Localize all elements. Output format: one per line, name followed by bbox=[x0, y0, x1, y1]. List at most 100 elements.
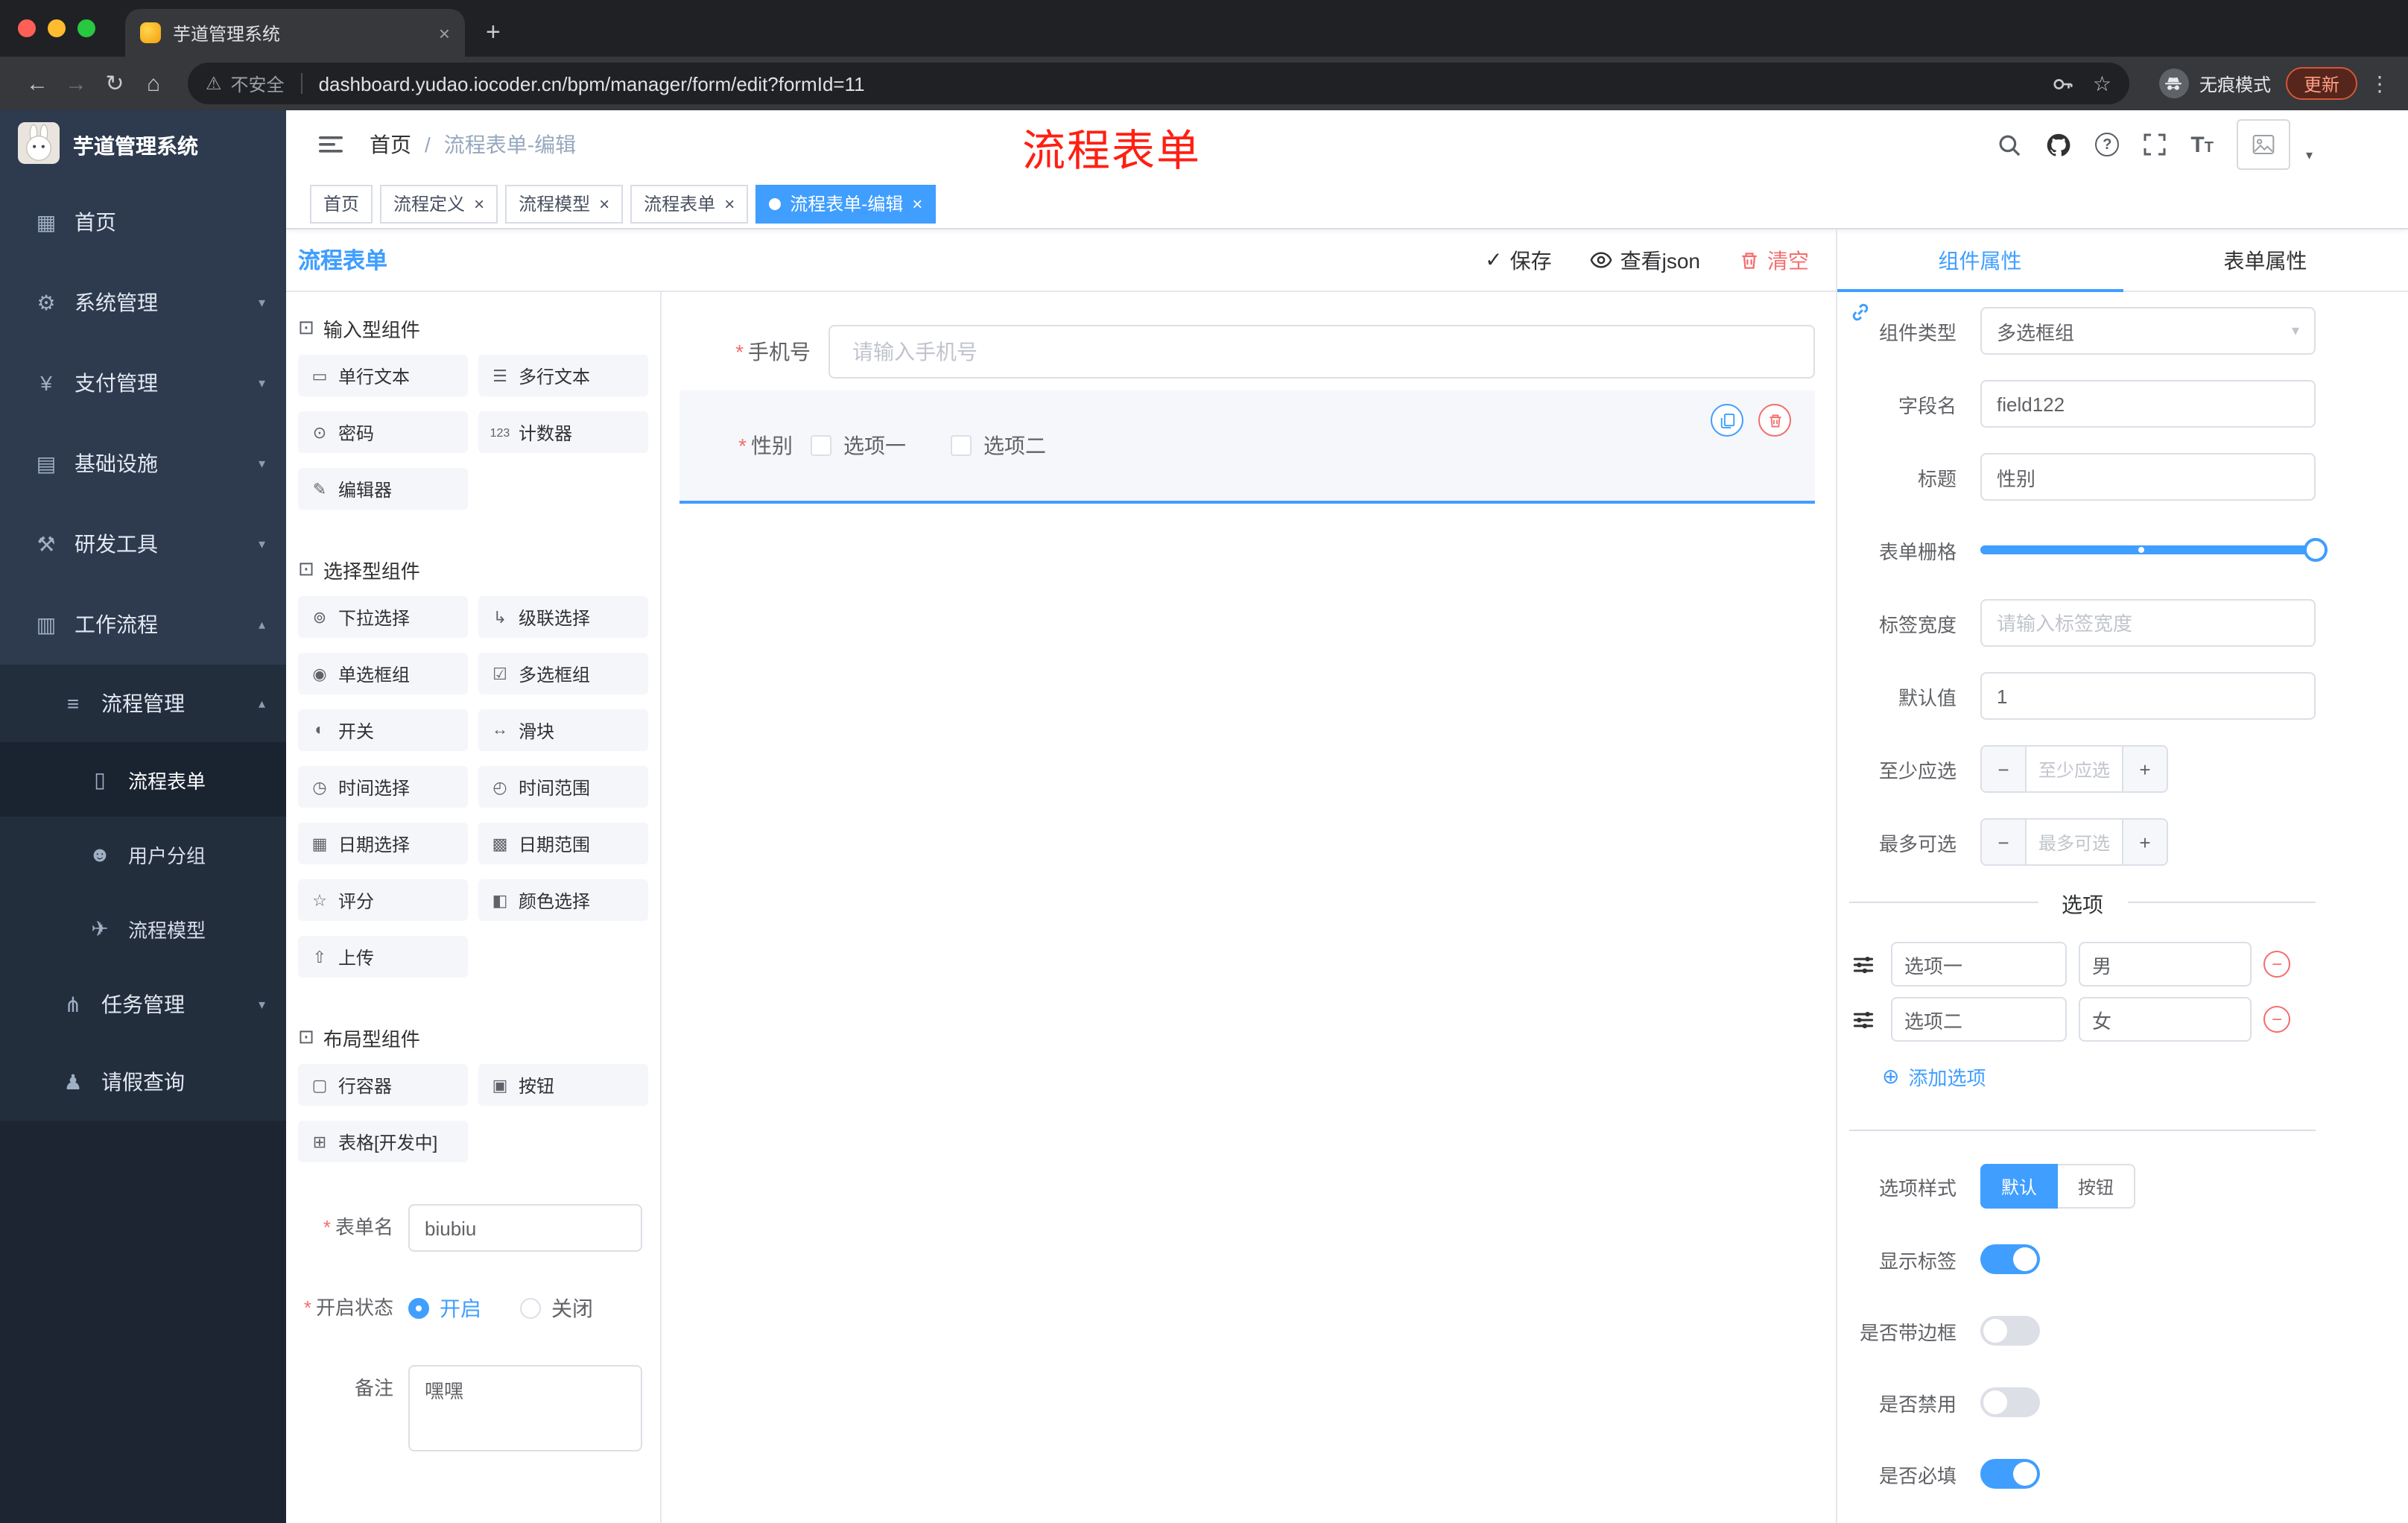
github-icon[interactable] bbox=[2046, 132, 2071, 157]
view-json-button[interactable]: 查看json bbox=[1591, 245, 1700, 275]
zoom-window-button[interactable] bbox=[77, 19, 95, 37]
close-icon[interactable]: × bbox=[599, 193, 609, 214]
bookmark-star-icon[interactable]: ☆ bbox=[2093, 71, 2111, 96]
close-icon[interactable]: × bbox=[912, 193, 922, 214]
tab-form-props[interactable]: 表单属性 bbox=[2123, 229, 2408, 291]
status-off-radio[interactable]: 关闭 bbox=[520, 1294, 593, 1323]
chip-time-picker[interactable]: ◷ 时间选择 bbox=[298, 766, 468, 808]
copy-component-button[interactable] bbox=[1711, 404, 1743, 437]
chip-color-picker[interactable]: ◧ 颜色选择 bbox=[478, 879, 648, 921]
decrease-button[interactable]: − bbox=[1982, 747, 2027, 791]
selected-component-gender[interactable]: 性别 选项一 选项二 bbox=[679, 390, 1815, 504]
remark-textarea[interactable]: 嘿嘿 bbox=[408, 1365, 642, 1451]
sidebar-item-infra[interactable]: ▤ 基础设施 ▾ bbox=[0, 423, 286, 504]
chip-date-range[interactable]: ▩ 日期范围 bbox=[478, 823, 648, 864]
phone-input[interactable] bbox=[828, 325, 1815, 379]
option-value-input[interactable] bbox=[2079, 997, 2252, 1042]
chip-radio-group[interactable]: ◉ 单选框组 bbox=[298, 653, 468, 694]
help-icon[interactable]: ? bbox=[2095, 133, 2120, 156]
clear-button[interactable]: 清空 bbox=[1739, 245, 1809, 275]
sidebar-item-process-model[interactable]: ✈ 流程模型 bbox=[0, 891, 286, 966]
required-switch[interactable] bbox=[1980, 1459, 2040, 1489]
minimize-window-button[interactable] bbox=[48, 19, 66, 37]
border-switch[interactable] bbox=[1980, 1316, 2040, 1346]
gender-option-1-checkbox[interactable]: 选项一 bbox=[811, 431, 906, 460]
sidebar-item-process-form[interactable]: ▯ 流程表单 bbox=[0, 742, 286, 817]
sidebar-item-process-mgmt[interactable]: ≡ 流程管理 ▴ bbox=[0, 665, 286, 742]
style-button-button[interactable]: 按钮 bbox=[2058, 1164, 2135, 1209]
chip-date-picker[interactable]: ▦ 日期选择 bbox=[298, 823, 468, 864]
component-type-select[interactable]: 多选框组 ▾ bbox=[1980, 307, 2316, 355]
show-label-switch[interactable] bbox=[1980, 1244, 2040, 1274]
status-on-radio[interactable]: 开启 bbox=[408, 1294, 481, 1323]
chip-slider[interactable]: ↔ 滑块 bbox=[478, 709, 648, 751]
chip-password[interactable]: ⊙ 密码 bbox=[298, 411, 468, 453]
avatar-caret-icon[interactable]: ▾ bbox=[2306, 147, 2313, 163]
sidebar-item-home[interactable]: ▦ 首页 bbox=[0, 182, 286, 262]
tag-process-form[interactable]: 流程表单 × bbox=[630, 184, 749, 223]
chip-time-range[interactable]: ◴ 时间范围 bbox=[478, 766, 648, 808]
form-name-input[interactable] bbox=[408, 1204, 642, 1252]
option-label-input[interactable] bbox=[1891, 997, 2067, 1042]
chip-button[interactable]: ▣ 按钮 bbox=[478, 1064, 648, 1106]
security-label[interactable]: 不安全 bbox=[231, 71, 285, 96]
tag-process-form-edit[interactable]: 流程表单-编辑 × bbox=[755, 184, 937, 223]
close-icon[interactable]: × bbox=[724, 193, 735, 214]
form-grid-slider[interactable] bbox=[1980, 526, 2328, 574]
drag-handle-icon[interactable] bbox=[1852, 1008, 1879, 1030]
chip-counter[interactable]: 123 计数器 bbox=[478, 411, 648, 453]
default-value-input[interactable] bbox=[1980, 672, 2316, 720]
font-size-icon[interactable]: ✓TT bbox=[2190, 133, 2214, 156]
add-option-button[interactable]: ⊕ 添加选项 bbox=[1882, 1063, 2316, 1091]
home-icon[interactable]: ⌂ bbox=[134, 71, 173, 96]
close-icon[interactable]: × bbox=[474, 193, 484, 214]
tag-process-model[interactable]: 流程模型 × bbox=[505, 184, 624, 223]
link-icon[interactable] bbox=[1849, 301, 1872, 331]
remove-option-button[interactable]: − bbox=[2263, 1006, 2290, 1033]
browser-tab[interactable]: 芋道管理系统 × bbox=[125, 9, 465, 57]
back-icon[interactable]: ← bbox=[18, 71, 57, 96]
fullscreen-icon[interactable] bbox=[2143, 133, 2167, 156]
remove-option-button[interactable]: − bbox=[2263, 951, 2290, 978]
drag-handle-icon[interactable] bbox=[1852, 953, 1879, 975]
increase-button[interactable]: + bbox=[2122, 747, 2167, 791]
style-default-button[interactable]: 默认 bbox=[1980, 1164, 2058, 1209]
chip-table[interactable]: ⊞ 表格[开发中] bbox=[298, 1121, 468, 1162]
sidebar-item-leave-query[interactable]: ♟ 请假查询 bbox=[0, 1043, 286, 1121]
sidebar-item-workflow[interactable]: ▥ 工作流程 ▴ bbox=[0, 584, 286, 665]
tag-process-definition[interactable]: 流程定义 × bbox=[380, 184, 498, 223]
chip-row-container[interactable]: ▢ 行容器 bbox=[298, 1064, 468, 1106]
forward-icon[interactable]: → bbox=[57, 71, 95, 96]
title-input[interactable] bbox=[1980, 453, 2316, 501]
chip-select[interactable]: ⊚ 下拉选择 bbox=[298, 596, 468, 638]
browser-update-button[interactable]: 更新 bbox=[2285, 67, 2357, 100]
sidebar-item-task-mgmt[interactable]: ⋔ 任务管理 ▾ bbox=[0, 966, 286, 1043]
gender-option-2-checkbox[interactable]: 选项二 bbox=[951, 431, 1046, 460]
sidebar-item-devtools[interactable]: ⚒ 研发工具 ▾ bbox=[0, 504, 286, 584]
address-bar[interactable]: ⚠ 不安全 dashboard.yudao.iocoder.cn/bpm/man… bbox=[188, 63, 2129, 104]
browser-menu-icon[interactable]: ⋮ bbox=[2369, 71, 2390, 96]
chip-cascader[interactable]: ↳ 级联选择 bbox=[478, 596, 648, 638]
reload-icon[interactable]: ↻ bbox=[95, 70, 134, 97]
chip-editor[interactable]: ✎ 编辑器 bbox=[298, 468, 468, 510]
url-text[interactable]: dashboard.yudao.iocoder.cn/bpm/manager/f… bbox=[319, 72, 2044, 95]
tag-home[interactable]: 首页 bbox=[310, 184, 373, 223]
slider-handle[interactable] bbox=[2304, 538, 2328, 562]
increase-button[interactable]: + bbox=[2122, 820, 2167, 864]
chip-switch[interactable]: ◐ 开关 bbox=[298, 709, 468, 751]
sidebar-item-system[interactable]: ⚙ 系统管理 ▾ bbox=[0, 262, 286, 343]
breadcrumb-home[interactable]: 首页 bbox=[370, 130, 411, 159]
key-icon[interactable] bbox=[2053, 72, 2075, 95]
tab-close-icon[interactable]: × bbox=[439, 22, 450, 44]
chip-rate[interactable]: ☆ 评分 bbox=[298, 879, 468, 921]
field-name-input[interactable] bbox=[1980, 380, 2316, 428]
option-value-input[interactable] bbox=[2079, 942, 2252, 987]
close-window-button[interactable] bbox=[18, 19, 36, 37]
min-select-value[interactable]: 至少应选 bbox=[2027, 747, 2122, 791]
disabled-switch[interactable] bbox=[1980, 1387, 2040, 1417]
sidebar-item-payment[interactable]: ¥ 支付管理 ▾ bbox=[0, 343, 286, 423]
chip-multi-line-text[interactable]: ☰ 多行文本 bbox=[478, 355, 648, 396]
slider-track[interactable] bbox=[1980, 538, 2328, 562]
chip-single-line-text[interactable]: ▭ 单行文本 bbox=[298, 355, 468, 396]
decrease-button[interactable]: − bbox=[1982, 820, 2027, 864]
